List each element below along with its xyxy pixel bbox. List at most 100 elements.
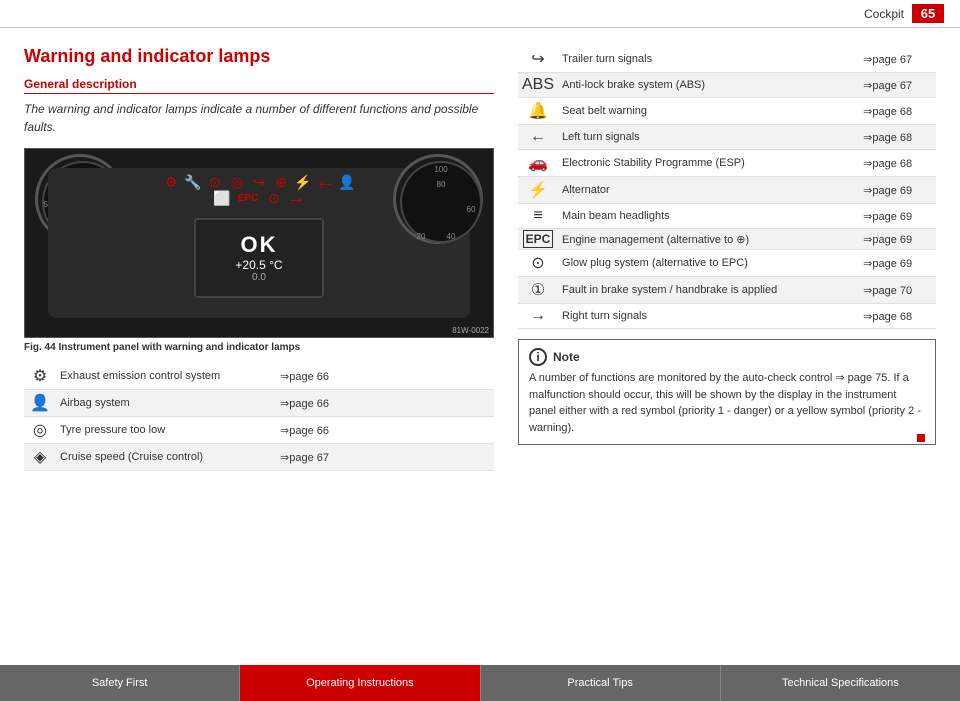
svg-text:40: 40 — [447, 232, 456, 241]
right-item-icon: ① — [531, 282, 545, 299]
right-item-label: Main beam headlights — [558, 204, 859, 229]
temp-text: +20.5 °C — [235, 258, 282, 272]
right-item-label: Electronic Stability Programme (ESP) — [558, 150, 859, 177]
center-display: OK +20.5 °C 0.0 — [194, 218, 324, 298]
svg-text:80: 80 — [437, 180, 446, 189]
odo-text: 0.0 — [252, 272, 266, 283]
top-bar: Cockpit 65 — [0, 0, 960, 28]
nav-operating-instructions[interactable]: Operating Instructions — [240, 665, 480, 701]
fig-caption: Fig. 44 Instrument panel with warning an… — [24, 342, 494, 353]
nav-safety-first[interactable]: Safety First — [0, 665, 240, 701]
section-name: Cockpit — [864, 7, 904, 21]
right-item-label: Trailer turn signals — [558, 46, 859, 73]
right-table-row: ← Left turn signals ⇒page 68 — [518, 125, 936, 150]
left-table-row: ◎ Tyre pressure too low ⇒page 66 — [24, 417, 494, 444]
right-item-page: ⇒page 68 — [859, 150, 936, 177]
svg-text:100: 100 — [434, 165, 448, 174]
left-icon-cell: ◎ — [24, 417, 56, 444]
page-number: 65 — [912, 4, 944, 23]
left-table-row: ⚙ Exhaust emission control system ⇒page … — [24, 363, 494, 390]
right-item-page: ⇒page 69 — [859, 177, 936, 204]
right-table-row: ≡ Main beam headlights ⇒page 69 — [518, 204, 936, 229]
right-table-row: ⊙ Glow plug system (alternative to EPC) … — [518, 250, 936, 277]
right-column: ↪ Trailer turn signals ⇒page 67 ABS Anti… — [518, 46, 936, 638]
right-icon-cell: ① — [518, 277, 558, 304]
main-content: Warning and indicator lamps General desc… — [0, 28, 960, 648]
left-item-page: ⇒page 66 — [276, 390, 494, 417]
fig-number-label: 81W-0022 — [452, 326, 489, 335]
right-table-row: ↪ Trailer turn signals ⇒page 67 — [518, 46, 936, 73]
note-box: i Note A number of functions are monitor… — [518, 339, 936, 445]
right-item-label: Fault in brake system / handbrake is app… — [558, 277, 859, 304]
right-item-label: Anti-lock brake system (ABS) — [558, 73, 859, 98]
right-icon-cell: 🔔 — [518, 98, 558, 125]
warn-icon-arrow-left: ← — [315, 176, 335, 190]
left-item-page: ⇒page 67 — [276, 444, 494, 471]
right-item-page: ⇒page 69 — [859, 229, 936, 250]
warn-icon-2: 🔧 — [183, 176, 203, 190]
left-column: Warning and indicator lamps General desc… — [24, 46, 494, 638]
warn-icon-10: ⊙ — [264, 192, 284, 206]
left-icon-cell: ◈ — [24, 444, 56, 471]
left-icon-cell: 👤 — [24, 390, 56, 417]
right-table-row: 🔔 Seat belt warning ⇒page 68 — [518, 98, 936, 125]
subsection-title: General description — [24, 77, 494, 94]
right-item-page: ⇒page 67 — [859, 46, 936, 73]
note-title: i Note — [529, 348, 925, 366]
warn-icon-9: ⬜ — [212, 192, 232, 206]
warn-icon-3: ⊙ — [205, 176, 225, 190]
right-item-label: Engine management (alternative to ⊕) — [558, 229, 859, 250]
right-item-page: ⇒page 68 — [859, 98, 936, 125]
right-item-page: ⇒page 67 — [859, 73, 936, 98]
note-title-text: Note — [553, 348, 580, 366]
fig-caption-text: Instrument panel with warning and indica… — [58, 342, 300, 353]
ok-text: OK — [241, 232, 278, 258]
red-square-marker — [917, 434, 925, 442]
svg-text:60: 60 — [467, 205, 476, 214]
warn-icon-8: 👤 — [337, 176, 357, 190]
left-item-icon: ⚙ — [33, 368, 47, 385]
warn-icon-5: ↪ — [249, 176, 269, 190]
right-item-page: ⇒page 69 — [859, 250, 936, 277]
right-item-page: ⇒page 70 — [859, 277, 936, 304]
note-text: A number of functions are monitored by t… — [529, 370, 925, 436]
speedo-right: 100 80 60 40 20 — [393, 154, 483, 244]
left-icon-cell: ⚙ — [24, 363, 56, 390]
right-item-icon: 🔔 — [528, 103, 548, 120]
section-title: Warning and indicator lamps — [24, 46, 494, 67]
right-item-label: Right turn signals — [558, 304, 859, 329]
note-icon: i — [529, 348, 547, 366]
warn-icon-4: ◎ — [227, 176, 247, 190]
nav-practical-tips[interactable]: Practical Tips — [481, 665, 721, 701]
left-item-label: Tyre pressure too low — [56, 417, 276, 444]
right-icon-cell: ⊙ — [518, 250, 558, 277]
right-item-page: ⇒page 69 — [859, 204, 936, 229]
bottom-nav-bar: Safety First Operating Instructions Prac… — [0, 665, 960, 701]
right-table-row: ABS Anti-lock brake system (ABS) ⇒page 6… — [518, 73, 936, 98]
left-item-page: ⇒page 66 — [276, 363, 494, 390]
right-table-row: → Right turn signals ⇒page 68 — [518, 304, 936, 329]
warning-icons: ⚙ 🔧 ⊙ ◎ ↪ ⊕ ⚡ ← 👤 ⬜ EPC ⊙ → — [158, 176, 359, 206]
nav-technical-specifications[interactable]: Technical Specifications — [721, 665, 960, 701]
fig-caption-bold: Fig. 44 — [24, 342, 56, 353]
svg-text:20: 20 — [417, 232, 426, 241]
left-item-icon: ◈ — [34, 449, 46, 466]
warn-icon-arrow-right: → — [286, 192, 306, 206]
left-items-table: ⚙ Exhaust emission control system ⇒page … — [24, 363, 494, 471]
left-item-icon: 👤 — [30, 395, 50, 412]
right-table-row: ⚡ Alternator ⇒page 69 — [518, 177, 936, 204]
right-item-icon: 🚗 — [528, 155, 548, 172]
left-item-page: ⇒page 66 — [276, 417, 494, 444]
right-table-row: 🚗 Electronic Stability Programme (ESP) ⇒… — [518, 150, 936, 177]
right-item-icon: ↪ — [531, 51, 544, 68]
right-icon-cell: ↪ — [518, 46, 558, 73]
right-items-table: ↪ Trailer turn signals ⇒page 67 ABS Anti… — [518, 46, 936, 329]
right-item-icon: → — [530, 307, 546, 324]
right-icon-cell: EPC — [518, 229, 558, 250]
right-item-icon: ⚡ — [528, 182, 548, 199]
right-item-icon: ≡ — [533, 207, 542, 224]
right-icon-cell: 🚗 — [518, 150, 558, 177]
right-table-row: EPC Engine management (alternative to ⊕)… — [518, 229, 936, 250]
right-item-label: Left turn signals — [558, 125, 859, 150]
right-item-label: Glow plug system (alternative to EPC) — [558, 250, 859, 277]
